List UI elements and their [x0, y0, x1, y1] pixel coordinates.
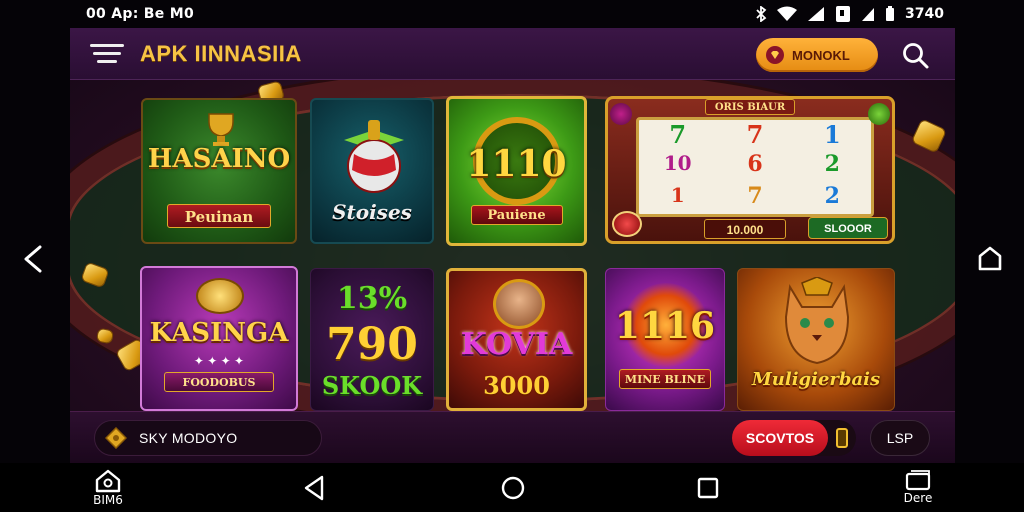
chips-decor-icon	[612, 211, 642, 237]
app-header: APK IINNASIIA MONOKL	[70, 28, 955, 80]
slot-right-readout: SLOOOR	[808, 217, 888, 239]
cherry-decor-icon	[610, 103, 632, 125]
nav-left-label: BIM6	[93, 493, 123, 507]
reel-symbol: 7	[746, 120, 764, 149]
side-back-arrow-icon[interactable]	[20, 244, 48, 274]
reel-symbol: 7	[747, 182, 763, 209]
reel-symbol: 10	[663, 151, 692, 176]
game-tile-skook[interactable]: 13% 790 SKOOK	[310, 268, 434, 411]
clover-decor-icon	[868, 103, 890, 125]
search-icon[interactable]	[900, 40, 930, 70]
header-action-button[interactable]: MONOKL	[756, 38, 878, 72]
lsp-button[interactable]: LSP	[870, 420, 930, 456]
battery-icon	[886, 6, 895, 21]
slot-top-banner: ORIS BIAUR	[705, 99, 795, 115]
game-tile-1116[interactable]: 1116 MINE BLINE	[605, 268, 725, 411]
game-subtitle-banner: MINE BLINE	[619, 369, 711, 389]
app-bottom-bar: SKY MODOYO SCOVTOS LSP	[70, 411, 955, 463]
status-bar: 00 Ap: Be M0 3740	[0, 0, 1024, 28]
game-title: 1110	[466, 143, 567, 185]
tabs-icon	[905, 470, 931, 491]
device-screen: 00 Ap: Be M0 3740 APK IINNASIIA MONOKL H…	[0, 0, 1024, 512]
stars-decor: ✦ ✦ ✦ ✦	[193, 354, 245, 368]
game-subtitle-banner: FOODOBUS	[164, 372, 274, 392]
reel-symbol: 2	[824, 151, 840, 178]
mode-label: SKY MODOYO	[139, 430, 238, 446]
status-time: 00 Ap: Be M0	[86, 6, 194, 22]
game-title-line2: 790	[326, 319, 418, 370]
home-circle-icon[interactable]	[500, 475, 526, 501]
character-portrait	[493, 279, 545, 329]
game-subtitle-banner: Pauiene	[470, 205, 563, 225]
status-icons: 3740	[755, 5, 944, 23]
game-title: KASINGA	[149, 318, 289, 348]
battery-text: 3740	[905, 6, 944, 22]
home-icon	[95, 469, 121, 493]
reel-symbol: 1	[823, 120, 841, 149]
game-title: 13%	[336, 281, 408, 316]
game-tile-hasaino[interactable]: HASAINO Peuinan	[141, 98, 297, 244]
nav-right-label: Dere	[903, 491, 933, 505]
game-title: KOVIA	[460, 327, 573, 362]
game-title-line3: SKOOK	[321, 371, 423, 400]
bonus-label: SCOVTOS	[732, 420, 828, 456]
mode-selector[interactable]: SKY MODOYO	[94, 420, 322, 456]
bluetooth-icon	[756, 6, 767, 22]
slot-left-readout: 10.000	[704, 219, 786, 239]
wallet-icon	[836, 428, 848, 448]
sim-icon	[836, 6, 851, 22]
casino-app: APK IINNASIIA MONOKL HASAINO Peuinan Sto…	[70, 28, 955, 463]
reel-symbol: 6	[747, 151, 763, 178]
back-triangle-icon[interactable]	[302, 475, 326, 501]
slot-reels: 7 7 1 10 6 2 1 7 2	[636, 117, 874, 217]
app-title: APK IINNASIIA	[140, 41, 302, 66]
game-tile-muligierbais[interactable]: Muligierbais	[737, 268, 895, 411]
nav-tabs-item[interactable]: Dere	[898, 469, 938, 505]
side-home-icon[interactable]	[976, 244, 1004, 272]
signal-icon	[808, 7, 825, 21]
gem-icon	[766, 46, 784, 64]
trophy-icon	[208, 113, 234, 146]
hamburger-menu-icon[interactable]	[90, 44, 124, 66]
fruit-ball-icon	[344, 120, 404, 193]
recents-square-icon[interactable]	[696, 476, 720, 500]
game-title: 1116	[614, 305, 716, 347]
lion-character-icon	[784, 277, 850, 365]
crown-emblem	[196, 278, 244, 314]
header-pill-label: MONOKL	[792, 47, 850, 63]
game-tile-kovia[interactable]: KOVIA 3000	[446, 268, 587, 411]
game-tile-stoises[interactable]: Stoises	[310, 98, 434, 244]
reel-symbol: 1	[670, 182, 685, 207]
reel-symbol: 7	[669, 120, 687, 149]
gift-icon	[105, 427, 127, 449]
bonus-button[interactable]: SCOVTOS	[732, 420, 856, 456]
game-tile-1110[interactable]: 1110 Pauiene	[446, 96, 587, 246]
system-nav-bar: BIM6 Dere	[0, 463, 1024, 512]
game-title: HASAINO	[147, 144, 291, 174]
game-title: Stoises	[332, 200, 412, 224]
game-tile-kasinga[interactable]: KASINGA ✦ ✦ ✦ ✦ FOODOBUS	[140, 266, 298, 411]
game-subtitle-banner: Peuinan	[167, 204, 271, 228]
nav-home-item[interactable]: BIM6	[90, 469, 126, 507]
signal-bars-icon	[862, 8, 875, 21]
game-title: Muligierbais	[751, 369, 881, 390]
game-subtitle: 3000	[483, 371, 550, 400]
game-tile-slot-machine[interactable]: ORIS BIAUR 7 7 1 10 6 2 1 7 2 10.000 SLO…	[605, 96, 895, 244]
reel-symbol: 2	[824, 182, 840, 209]
wifi-icon	[777, 6, 798, 21]
